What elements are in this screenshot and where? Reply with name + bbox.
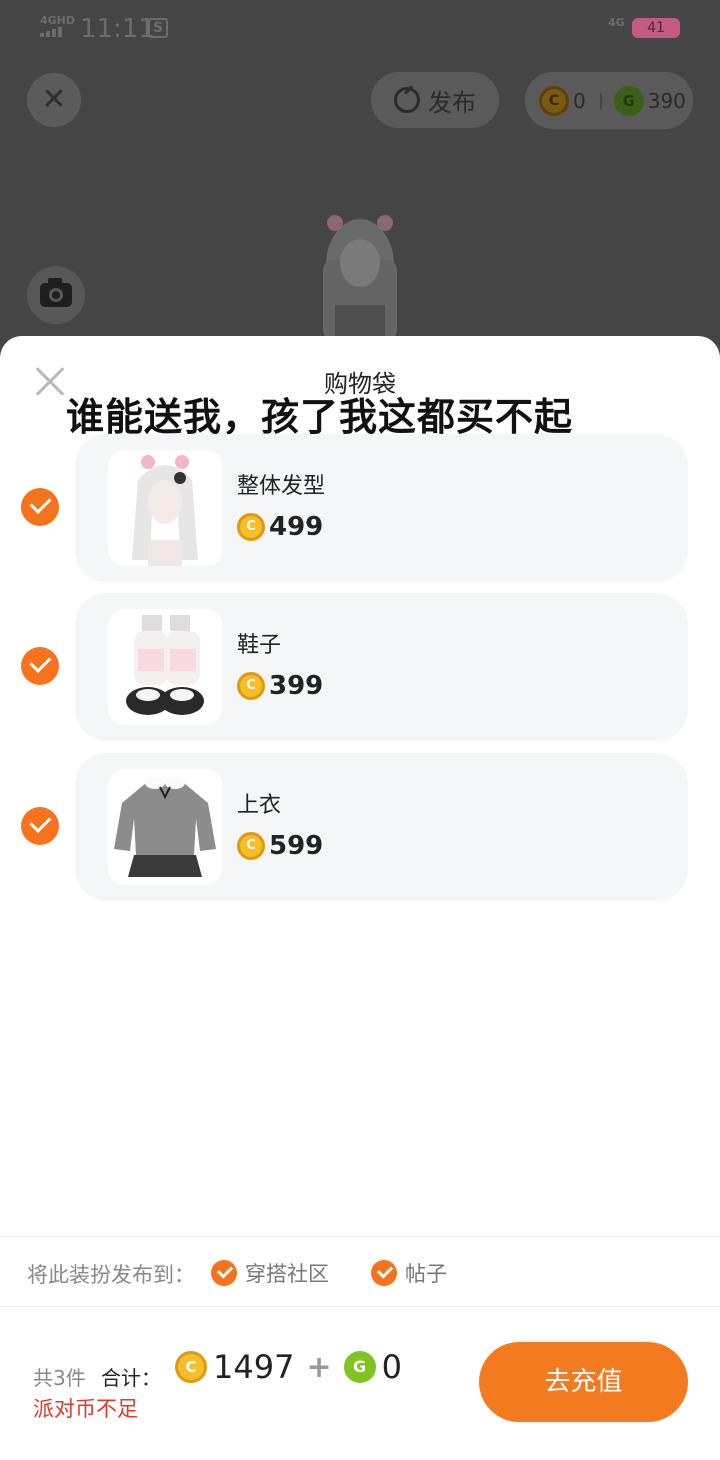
overlay-caption: 谁能送我，孩了我这都买不起 [66, 395, 574, 439]
publish-option-community[interactable]: 穿搭社区 [211, 1258, 329, 1288]
total-sum: 1497 + 0 [175, 1348, 402, 1386]
network-type-right: 4G [608, 16, 625, 29]
publish-to-label: 将此装扮发布到： [27, 1263, 195, 1287]
item-name: 整体发型 [237, 474, 326, 499]
price-value: 499 [269, 512, 324, 542]
item-checkbox[interactable] [21, 488, 59, 526]
battery-icon: 41 [632, 18, 680, 38]
network-type: 4GHD [40, 14, 76, 27]
plus-sign: + [306, 1349, 332, 1385]
publish-option-post[interactable]: 帖子 [371, 1258, 447, 1288]
cart-item: 鞋子 399 [0, 593, 720, 741]
publish-icon [394, 87, 420, 113]
item-card[interactable]: 整体发型 499 [75, 434, 688, 582]
status-bar: 4GHD 11:11 S 4G 41 [0, 0, 720, 56]
item-name: 鞋子 [237, 633, 282, 658]
item-checkbox[interactable] [21, 807, 59, 845]
g-coin-icon [343, 1351, 376, 1383]
avatar-preview [323, 215, 397, 340]
check-icon [211, 1260, 237, 1286]
item-price: 599 [237, 831, 323, 861]
cart-item: 上衣 599 [0, 753, 720, 901]
price-value: 399 [269, 671, 324, 701]
cart-item: 整体发型 499 [0, 434, 720, 582]
checkout-footer: 共3件 合计： 1497 + 0 派对币不足 去充值 [0, 1306, 720, 1460]
party-coin-balance: 0 [573, 88, 586, 113]
party-coin-icon [237, 513, 265, 541]
insufficient-funds-warning: 派对币不足 [33, 1397, 138, 1421]
item-price: 399 [237, 671, 323, 701]
camera-icon [40, 278, 72, 307]
item-name: 上衣 [237, 793, 282, 818]
close-icon[interactable]: ✕ [27, 73, 81, 127]
party-coin-icon [175, 1351, 207, 1383]
check-icon [371, 1260, 397, 1286]
item-card[interactable]: 鞋子 399 [75, 593, 688, 741]
signal-icon [40, 27, 62, 37]
publish-button[interactable]: 发布 [371, 72, 499, 128]
option-label: 穿搭社区 [245, 1262, 329, 1286]
wallet-balance[interactable]: C 0 G 390 [525, 72, 693, 129]
publish-label: 发布 [428, 88, 476, 117]
party-coin-icon [237, 672, 265, 700]
wallet-divider [599, 92, 602, 109]
item-card[interactable]: 上衣 599 [75, 753, 688, 901]
total-label: 合计： [101, 1366, 161, 1390]
publish-options: 将此装扮发布到： 穿搭社区 帖子 [0, 1236, 720, 1306]
item-count: 共3件 [33, 1366, 86, 1390]
total-g-value: 0 [381, 1348, 402, 1386]
item-price: 499 [237, 512, 323, 542]
price-value: 599 [269, 831, 324, 861]
clock: 11:11 [80, 14, 155, 44]
hairstyle-icon [108, 450, 222, 566]
party-coin-icon [237, 832, 265, 860]
shoes-icon [108, 609, 222, 725]
recharge-button[interactable]: 去充值 [479, 1342, 688, 1422]
total-coin-value: 1497 [213, 1348, 295, 1386]
option-label: 帖子 [405, 1262, 447, 1286]
camera-button[interactable] [27, 266, 85, 324]
shopping-bag-sheet: 购物袋 谁能送我，孩了我这都买不起 整体发型 499 [0, 336, 720, 1460]
g-coin-icon: G [613, 85, 644, 116]
item-checkbox[interactable] [21, 647, 59, 685]
top-icon [108, 769, 222, 885]
g-coin-balance: 390 [647, 88, 686, 113]
app-notification-icon: S [148, 18, 168, 38]
party-coin-icon: C [539, 85, 569, 116]
